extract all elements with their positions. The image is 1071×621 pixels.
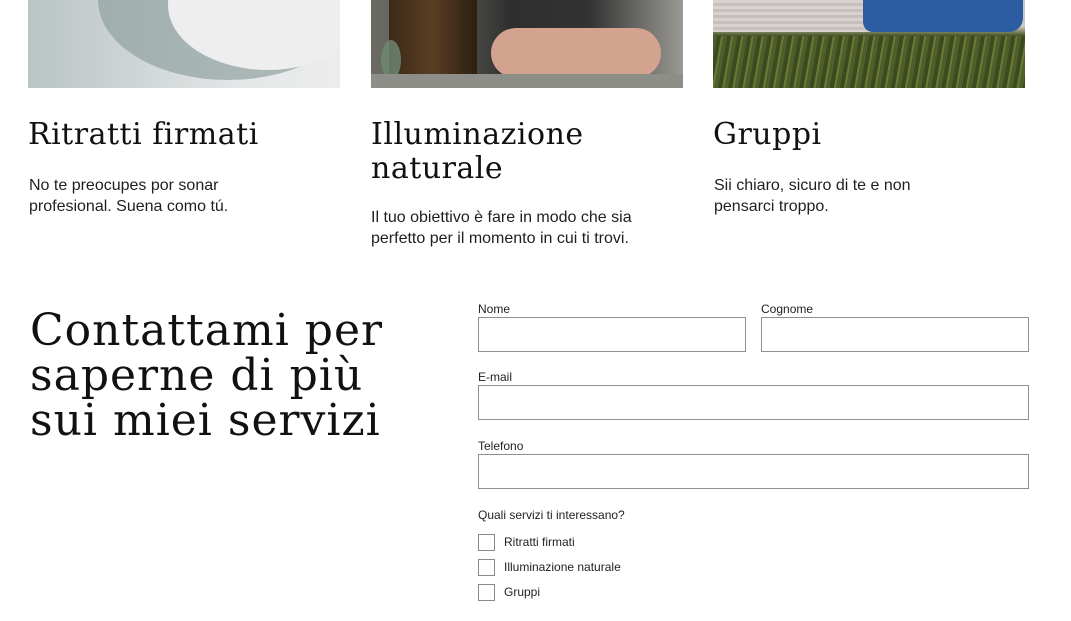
checkbox[interactable] bbox=[478, 583, 495, 601]
card-title-illuminazione: Illuminazione naturale bbox=[371, 117, 584, 186]
service-option-gruppi[interactable]: Gruppi bbox=[478, 583, 540, 601]
service-option-ritratti[interactable]: Ritratti firmati bbox=[478, 533, 575, 551]
card-text-gruppi: Sii chiaro, sicuro di te e non pensarci … bbox=[714, 177, 911, 215]
last-name-input[interactable] bbox=[761, 317, 1029, 352]
card-image-gruppi bbox=[713, 0, 1025, 88]
first-name-label: Nome bbox=[478, 302, 511, 316]
image-jeans bbox=[863, 0, 1023, 32]
card-title-ritratti: Ritratti firmati bbox=[28, 117, 259, 152]
service-option-label: Ritratti firmati bbox=[504, 535, 575, 549]
phone-input[interactable] bbox=[478, 454, 1029, 489]
image-shirt bbox=[713, 0, 873, 32]
email-input[interactable] bbox=[478, 385, 1029, 420]
service-option-label: Gruppi bbox=[504, 585, 541, 599]
email-label: E-mail bbox=[478, 370, 513, 384]
card-title-gruppi: Gruppi bbox=[713, 117, 822, 152]
card-image-illuminazione bbox=[371, 0, 683, 88]
contact-title: Contattami per saperne di più sui miei s… bbox=[30, 305, 384, 446]
card-text-illuminazione: Il tuo obiettivo è fare in modo che sia … bbox=[371, 209, 632, 247]
image-grass bbox=[713, 36, 1025, 88]
checkbox[interactable] bbox=[478, 558, 495, 576]
service-option-label: Illuminazione naturale bbox=[504, 560, 621, 574]
first-name-input[interactable] bbox=[478, 317, 746, 352]
card-text-ritratti: No te preocupes por sonar profesional. S… bbox=[29, 177, 229, 215]
image-table bbox=[371, 74, 683, 88]
card-image-ritratti bbox=[28, 0, 340, 88]
services-question: Quali servizi ti interessano? bbox=[478, 508, 625, 522]
checkbox[interactable] bbox=[478, 533, 495, 551]
last-name-label: Cognome bbox=[761, 302, 814, 316]
image-arm bbox=[491, 28, 661, 78]
phone-label: Telefono bbox=[478, 439, 524, 453]
service-option-illuminazione[interactable]: Illuminazione naturale bbox=[478, 558, 621, 576]
